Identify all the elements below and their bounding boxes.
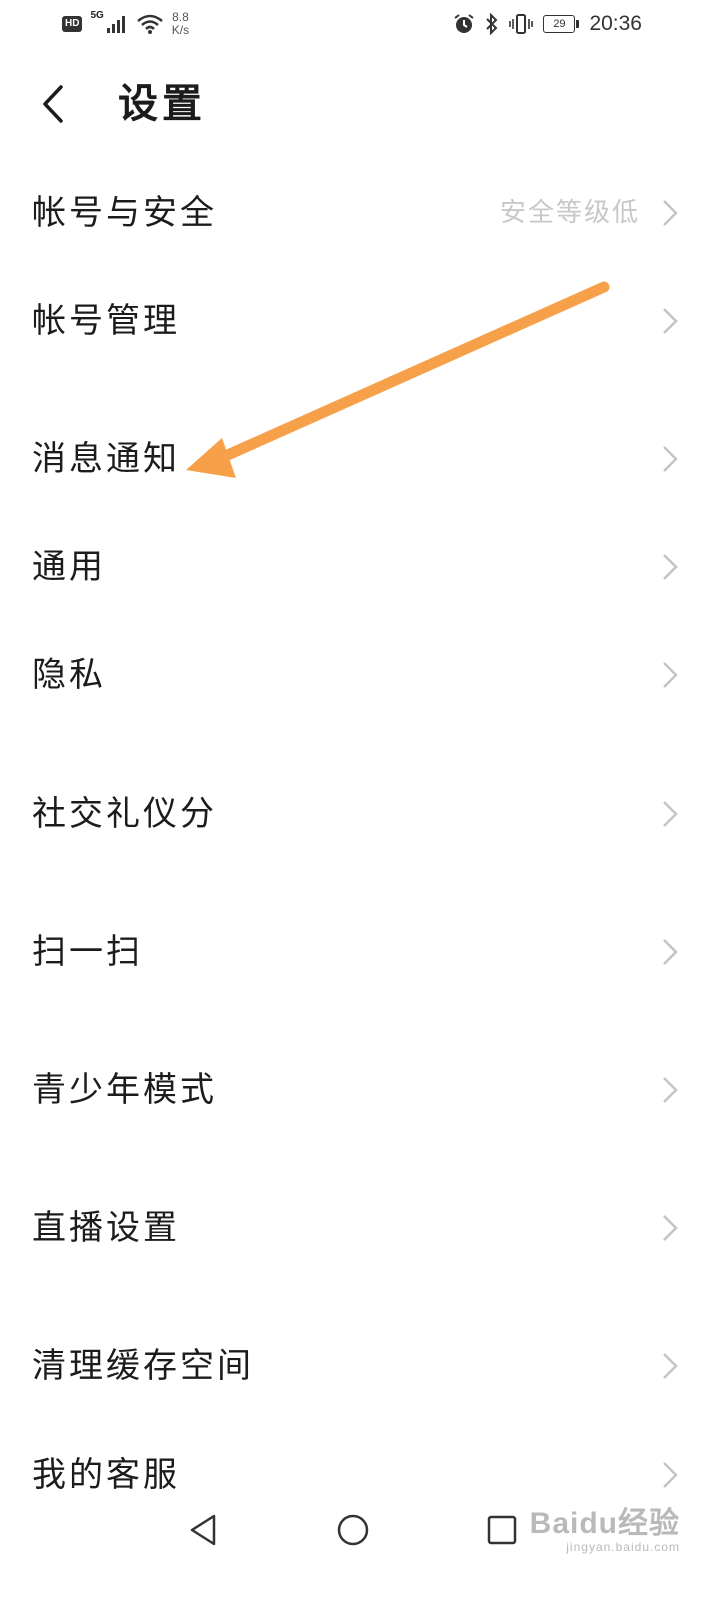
chevron-right-icon: [663, 1462, 678, 1488]
square-recents-icon: [487, 1515, 517, 1545]
settings-item-label: 消息通知: [32, 439, 180, 479]
settings-item-label: 通用: [32, 547, 106, 587]
settings-item-clear-cache[interactable]: 清理缓存空间: [0, 1321, 720, 1411]
triangle-back-icon: [190, 1514, 216, 1546]
settings-item-label: 青少年模式: [32, 1070, 217, 1110]
settings-item-account-security[interactable]: 帐号与安全 安全等级低: [0, 168, 720, 258]
header: 设置: [0, 60, 720, 150]
status-bar-right: 29 20:36: [453, 8, 642, 40]
speed-unit: K/s: [171, 23, 190, 37]
chevron-right-icon: [663, 1077, 678, 1103]
back-arrow-icon: [43, 85, 63, 123]
chevron-right-icon: [663, 308, 678, 334]
settings-item-youth-mode[interactable]: 青少年模式: [0, 1045, 720, 1135]
settings-item-social-etiquette[interactable]: 社交礼仪分: [0, 769, 720, 859]
wifi-icon: [136, 14, 163, 34]
network-speed: 8.8 K/s: [172, 11, 189, 37]
settings-item-label: 帐号管理: [32, 301, 180, 341]
nav-recents-button[interactable]: [474, 1502, 530, 1558]
settings-item-live-settings[interactable]: 直播设置: [0, 1183, 720, 1273]
settings-item-privacy[interactable]: 隐私: [0, 630, 720, 720]
settings-item-account-management[interactable]: 帐号管理: [0, 276, 720, 366]
chevron-right-icon: [663, 554, 678, 580]
chevron-right-icon: [663, 939, 678, 965]
bluetooth-icon: [486, 13, 498, 35]
settings-item-label: 扫一扫: [32, 932, 143, 972]
settings-item-notifications[interactable]: 消息通知: [0, 414, 720, 504]
chevron-right-icon: [663, 662, 678, 688]
vibrate-icon: [509, 14, 534, 34]
watermark-main: Baidu经验: [529, 1507, 680, 1540]
circle-home-icon: [337, 1514, 369, 1546]
chevron-right-icon: [663, 200, 678, 226]
status-bar: HD 5G 8.8 K/s 29 20:36: [0, 0, 720, 48]
settings-item-label: 社交礼仪分: [32, 794, 217, 834]
settings-item-label: 直播设置: [32, 1208, 180, 1248]
alarm-icon: [454, 14, 475, 33]
hd-badge: HD: [62, 16, 83, 32]
nav-back-button[interactable]: [176, 1502, 232, 1558]
status-bar-left: HD 5G 8.8 K/s: [62, 8, 189, 40]
battery-indicator: 29: [543, 15, 580, 33]
signal-icon: [106, 16, 125, 33]
settings-item-general[interactable]: 通用: [0, 522, 720, 612]
chevron-right-icon: [663, 1353, 678, 1379]
settings-item-label: 清理缓存空间: [32, 1346, 254, 1386]
back-button[interactable]: [26, 74, 80, 134]
clock: 20:36: [589, 12, 642, 35]
chevron-right-icon: [663, 1215, 678, 1241]
nav-home-button[interactable]: [325, 1502, 381, 1558]
settings-item-label: 隐私: [32, 655, 106, 695]
settings-item-label: 帐号与安全: [32, 193, 217, 233]
page-title: 设置: [118, 80, 206, 127]
security-level-value: 安全等级低: [499, 198, 640, 228]
watermark: Baidu经验 jingyan.baidu.com: [530, 1498, 680, 1554]
settings-item-scan[interactable]: 扫一扫: [0, 907, 720, 997]
chevron-right-icon: [663, 446, 678, 472]
network-type: 5G: [90, 10, 104, 21]
watermark-sub: jingyan.baidu.com: [566, 1540, 680, 1554]
chevron-right-icon: [663, 801, 678, 827]
